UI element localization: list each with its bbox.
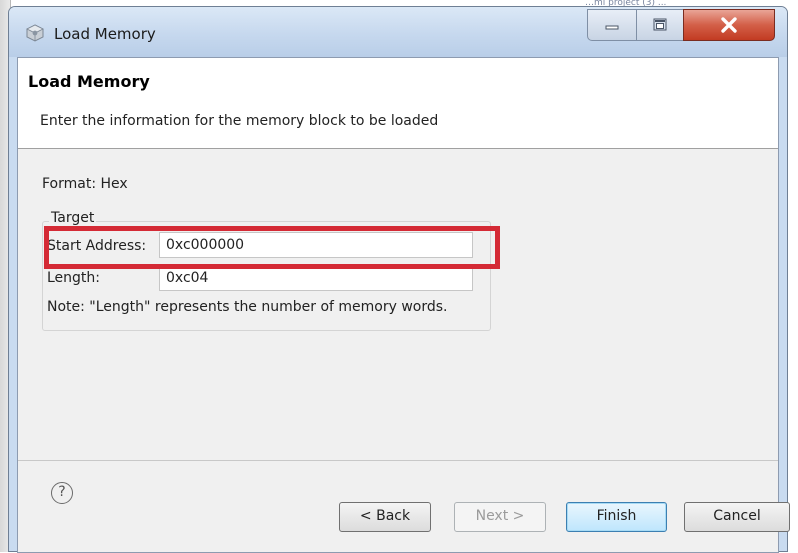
load-memory-dialog: Load Memory Load Memory Enter the inform… [8,6,790,553]
help-icon[interactable]: ? [51,482,73,504]
maximize-button[interactable] [636,9,684,41]
length-note: Note: "Length" represents the number of … [47,299,448,315]
close-button[interactable] [683,9,775,41]
minimize-button[interactable] [587,9,637,41]
minimize-icon [605,25,619,30]
close-icon [721,17,737,33]
wizard-header: Load Memory Enter the information for th… [18,58,778,149]
highlight-annotation [44,226,500,269]
footer-separator [18,460,778,461]
cancel-button[interactable]: Cancel [684,502,790,532]
back-button[interactable]: < Back [339,502,431,532]
title-bar[interactable]: Load Memory [9,7,787,57]
next-button[interactable]: Next > [454,502,546,532]
maximize-icon [653,18,667,31]
gear-cube-icon [26,24,44,42]
dialog-client-area: Load Memory Enter the information for th… [17,57,790,553]
page-title: Load Memory [28,72,150,91]
length-label: Length: [47,270,101,286]
window-title: Load Memory [54,25,156,43]
finish-button[interactable]: Finish [566,502,667,532]
target-group-label: Target [49,210,97,226]
format-label: Format: Hex [42,176,128,192]
page-description: Enter the information for the memory blo… [40,113,439,129]
